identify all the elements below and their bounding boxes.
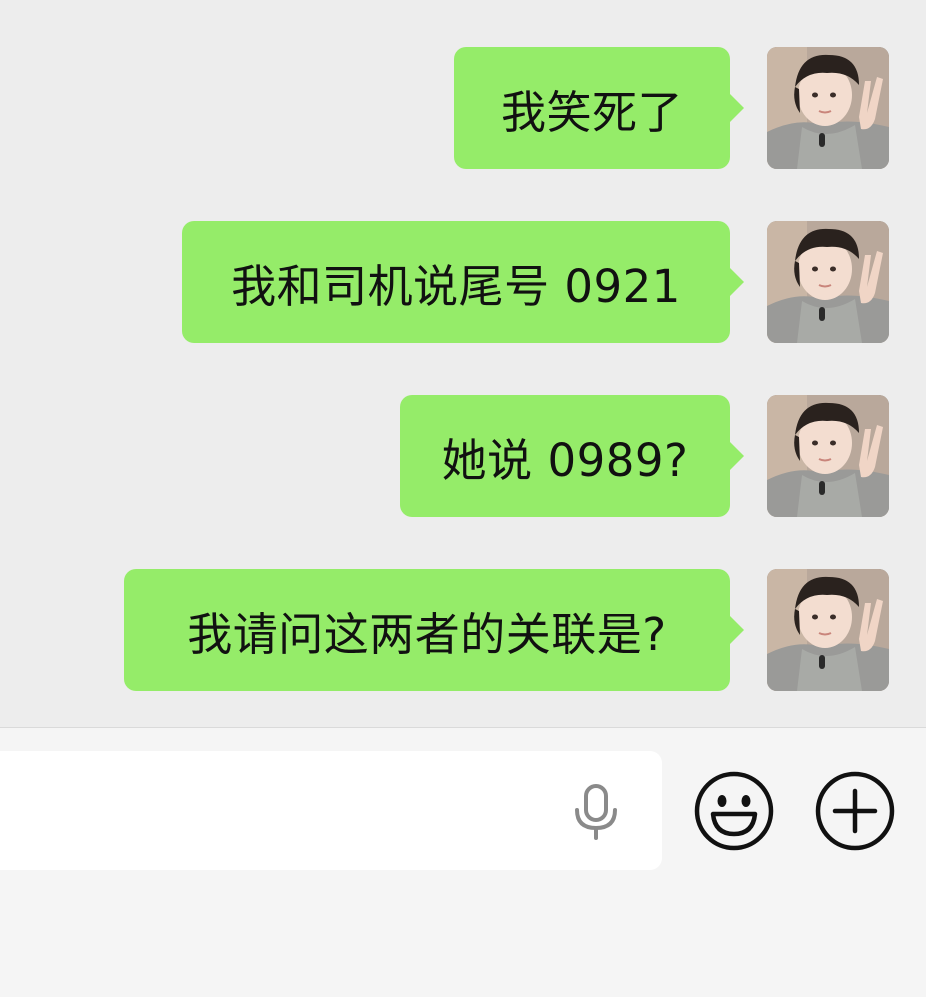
- bubble-tail: [729, 267, 744, 297]
- message-text: 她说 0989?: [441, 433, 689, 487]
- message-text: 我笑死了: [500, 85, 683, 139]
- plus-circle-icon: [815, 771, 895, 851]
- avatar-image: [767, 221, 889, 343]
- chat-message-area[interactable]: 我笑死了 我和司机说尾号 0921 她说 0989? 我请问这两者的关联是?: [0, 0, 926, 727]
- message-text: 我和司机说尾号 0921: [231, 259, 681, 313]
- emoji-button[interactable]: [693, 770, 775, 852]
- more-options-button[interactable]: [814, 770, 896, 852]
- message-row: 她说 0989?: [0, 395, 926, 519]
- avatar-image: [767, 47, 889, 169]
- message-row: 我请问这两者的关联是?: [0, 569, 926, 693]
- bubble-tail: [729, 441, 744, 471]
- message-bubble[interactable]: 她说 0989?: [400, 395, 744, 517]
- message-bubble[interactable]: 我和司机说尾号 0921: [182, 221, 744, 343]
- avatar-image: [767, 395, 889, 517]
- message-text: 我请问这两者的关联是?: [187, 607, 667, 661]
- message-input[interactable]: [0, 751, 662, 870]
- message-bubble[interactable]: 我请问这两者的关联是?: [124, 569, 744, 691]
- message-bubble[interactable]: 我笑死了: [454, 47, 744, 169]
- avatar[interactable]: [767, 221, 889, 343]
- bubble-tail: [729, 93, 744, 123]
- avatar-image: [767, 569, 889, 691]
- microphone-icon[interactable]: [571, 784, 621, 840]
- message-row: 我和司机说尾号 0921: [0, 221, 926, 345]
- bubble-tail: [729, 615, 744, 645]
- input-bar: [0, 728, 926, 997]
- avatar[interactable]: [767, 47, 889, 169]
- avatar[interactable]: [767, 395, 889, 517]
- smiley-face-icon: [694, 771, 774, 851]
- message-row: 我笑死了: [0, 47, 926, 171]
- avatar[interactable]: [767, 569, 889, 691]
